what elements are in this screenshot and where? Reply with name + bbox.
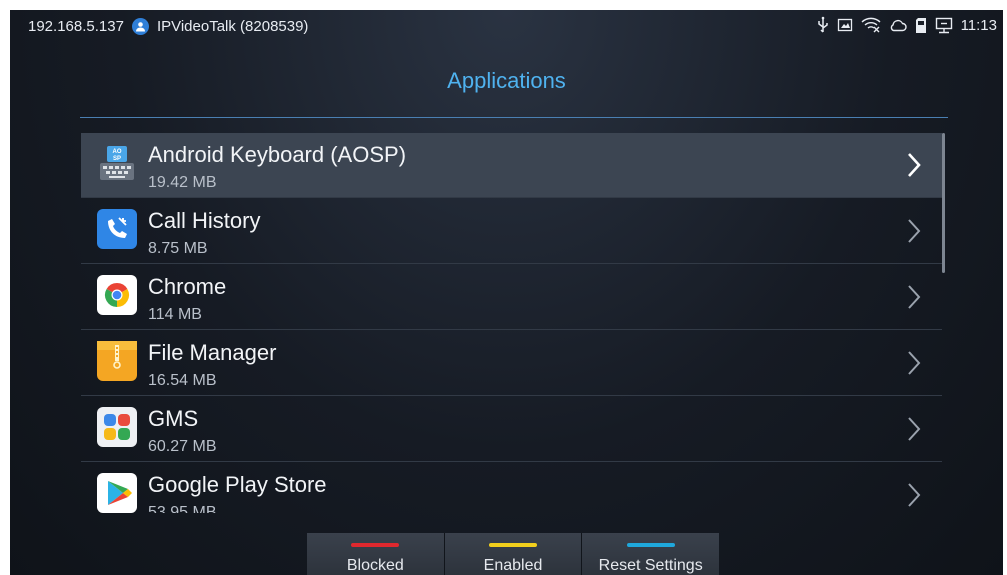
list-scrollbar[interactable] bbox=[942, 133, 945, 273]
app-name: GMS bbox=[148, 406, 199, 431]
list-item[interactable]: File Manager 16.54 MB bbox=[81, 331, 942, 396]
network-icon bbox=[935, 17, 952, 33]
ip-address: 192.168.5.137 bbox=[28, 18, 124, 35]
row-divider bbox=[81, 395, 942, 396]
chevron-right-icon bbox=[908, 483, 921, 507]
svg-text:AO: AO bbox=[113, 149, 122, 155]
blue-key-indicator bbox=[626, 543, 675, 547]
app-size: 16.54 MB bbox=[148, 372, 217, 389]
app-list[interactable]: AO SP Android Keyboard (AOSP) 19.42 MB C… bbox=[81, 133, 947, 513]
chevron-right-icon bbox=[908, 417, 921, 441]
keyboard-icon: AO SP bbox=[97, 143, 137, 183]
chevron-right-icon bbox=[908, 351, 921, 375]
app-size: 60.27 MB bbox=[148, 438, 217, 455]
gms-icon bbox=[97, 407, 137, 447]
screen: 192.168.5.137 IPVideoTalk (8208539) 11:1… bbox=[10, 10, 1003, 575]
chevron-right-icon bbox=[908, 219, 921, 243]
reset-settings-label: Reset Settings bbox=[598, 557, 703, 574]
app-name: Chrome bbox=[148, 274, 227, 299]
list-item[interactable]: AO SP Android Keyboard (AOSP) 19.42 MB bbox=[81, 133, 942, 198]
call-history-icon bbox=[97, 209, 137, 249]
list-item[interactable]: Chrome 114 MB bbox=[81, 265, 942, 330]
svg-text:SP: SP bbox=[113, 156, 121, 162]
cloud-icon bbox=[890, 19, 907, 32]
usb-icon bbox=[817, 16, 828, 33]
yellow-key-indicator bbox=[489, 543, 537, 547]
play-store-icon bbox=[97, 473, 137, 513]
chevron-right-icon bbox=[908, 285, 921, 309]
title-divider bbox=[80, 117, 948, 118]
page-title: Applications bbox=[447, 68, 566, 93]
app-name: File Manager bbox=[148, 340, 277, 365]
app-name: Google Play Store bbox=[148, 472, 327, 497]
list-item[interactable]: Google Play Store 53.95 MB bbox=[81, 463, 942, 513]
reset-settings-button[interactable]: Reset Settings bbox=[581, 533, 720, 575]
wifi-off-icon bbox=[861, 17, 881, 33]
status-left: 192.168.5.137 IPVideoTalk (8208539) bbox=[28, 18, 308, 35]
app-size: 8.75 MB bbox=[148, 240, 208, 257]
enabled-button[interactable]: Enabled bbox=[443, 533, 582, 575]
row-divider bbox=[81, 263, 942, 264]
app-size: 19.42 MB bbox=[148, 174, 217, 191]
row-divider bbox=[81, 461, 942, 462]
enabled-label: Enabled bbox=[483, 557, 543, 574]
file-manager-icon bbox=[97, 341, 137, 381]
clock: 11:13 bbox=[960, 16, 997, 34]
bottom-action-bar: Blocked Enabled Reset Settings bbox=[307, 533, 720, 575]
blocked-button[interactable]: Blocked bbox=[307, 533, 444, 575]
app-name: Call History bbox=[148, 208, 261, 233]
account-icon bbox=[131, 18, 149, 35]
chrome-icon bbox=[97, 275, 137, 315]
chevron-right-icon bbox=[908, 153, 921, 177]
blocked-label: Blocked bbox=[346, 557, 404, 574]
row-divider bbox=[81, 329, 942, 330]
app-size: 114 MB bbox=[148, 306, 202, 323]
list-item[interactable]: Call History 8.75 MB bbox=[81, 199, 942, 264]
screenshot-icon bbox=[837, 18, 852, 32]
account-name: IPVideoTalk (8208539) bbox=[156, 18, 309, 35]
sd-card-icon bbox=[915, 17, 926, 33]
list-item[interactable]: GMS 60.27 MB bbox=[81, 397, 942, 462]
app-size: 53.95 MB bbox=[148, 504, 217, 513]
status-icons: 11:13 bbox=[817, 16, 997, 34]
app-name: Android Keyboard (AOSP) bbox=[148, 142, 407, 167]
row-divider bbox=[81, 197, 942, 198]
red-key-indicator bbox=[351, 543, 400, 547]
status-bar: 192.168.5.137 IPVideoTalk (8208539) 11:1… bbox=[10, 10, 1003, 46]
